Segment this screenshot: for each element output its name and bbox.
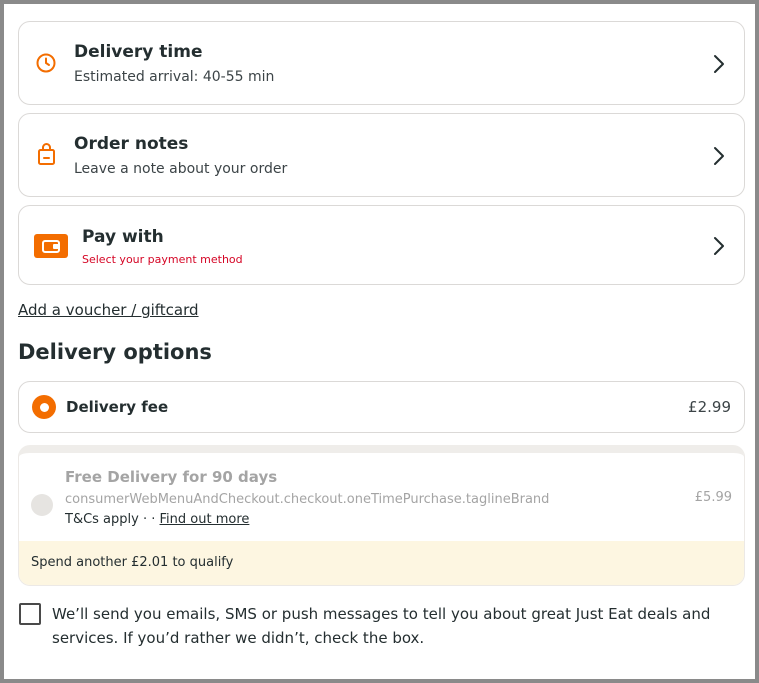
free-delivery-price: £5.99 bbox=[694, 490, 732, 505]
delivery-time-title: Delivery time bbox=[74, 42, 203, 62]
free-delivery-radio[interactable] bbox=[31, 494, 53, 516]
delivery-time-subtitle: Estimated arrival: 40-55 min bbox=[74, 69, 275, 85]
terms-text: T&Cs apply · · bbox=[65, 512, 156, 527]
free-delivery-option: Free Delivery for 90 days consumerWebMen… bbox=[18, 445, 745, 586]
delivery-fee-option[interactable]: Delivery fee £2.99 bbox=[18, 381, 745, 433]
pay-with-title: Pay with bbox=[82, 227, 164, 247]
pay-with-row[interactable]: Pay with Select your payment method bbox=[18, 205, 745, 285]
order-notes-subtitle: Leave a note about your order bbox=[74, 161, 288, 177]
delivery-fee-label: Delivery fee bbox=[66, 398, 169, 416]
chevron-right-icon bbox=[714, 237, 724, 255]
free-delivery-title: Free Delivery for 90 days bbox=[65, 468, 278, 486]
qualify-note-text: Spend another £2.01 to qualify bbox=[31, 555, 234, 570]
delivery-fee-price: £2.99 bbox=[688, 398, 731, 416]
delivery-fee-radio[interactable] bbox=[32, 395, 56, 419]
bag-icon bbox=[36, 143, 58, 171]
checkout-panel: Delivery time Estimated arrival: 40-55 m… bbox=[0, 0, 759, 683]
marketing-opt-out-checkbox[interactable] bbox=[19, 603, 41, 625]
clock-icon bbox=[35, 52, 57, 78]
wallet-icon bbox=[34, 234, 68, 262]
find-out-more-link[interactable]: Find out more bbox=[160, 512, 250, 527]
free-delivery-terms: T&Cs apply · · Find out more bbox=[65, 512, 249, 527]
chevron-right-icon bbox=[714, 55, 724, 73]
qualify-note: Spend another £2.01 to qualify bbox=[19, 541, 744, 585]
marketing-consent-text: We’ll send you emails, SMS or push messa… bbox=[52, 605, 711, 647]
delivery-time-row[interactable]: Delivery time Estimated arrival: 40-55 m… bbox=[18, 21, 745, 105]
order-notes-title: Order notes bbox=[74, 134, 189, 154]
chevron-right-icon bbox=[714, 147, 724, 165]
add-voucher-link[interactable]: Add a voucher / giftcard bbox=[18, 301, 199, 319]
pay-with-subtitle: Select your payment method bbox=[82, 253, 243, 266]
order-notes-row[interactable]: Order notes Leave a note about your orde… bbox=[18, 113, 745, 197]
free-delivery-tagline: consumerWebMenuAndCheckout.checkout.oneT… bbox=[65, 492, 550, 507]
delivery-options-heading: Delivery options bbox=[18, 340, 212, 364]
